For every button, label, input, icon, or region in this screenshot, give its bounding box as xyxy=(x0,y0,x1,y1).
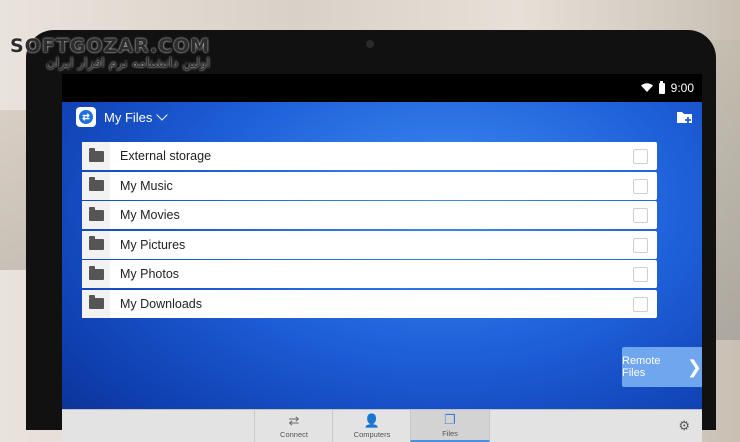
clock: 9:00 xyxy=(670,81,694,95)
tablet-screen: 9:00 ⇄ My Files External storage My Musi xyxy=(62,74,702,442)
battery-icon xyxy=(658,80,665,94)
select-checkbox[interactable] xyxy=(633,178,648,194)
list-item-label: My Downloads xyxy=(120,296,202,311)
list-item-my-music[interactable]: My Music xyxy=(82,171,657,200)
camera xyxy=(366,40,374,48)
folder-icon xyxy=(88,236,104,251)
new-folder-icon[interactable] xyxy=(676,108,694,126)
watermark-subtitle: اولین دانشنامه نرم افزار ایران xyxy=(46,56,210,71)
tab-computers[interactable]: 👤 Computers xyxy=(332,410,411,442)
chevron-down-icon[interactable] xyxy=(156,109,169,121)
list-item-label: External storage xyxy=(120,149,212,163)
tab-files[interactable]: ❐ Files xyxy=(410,410,490,442)
list-item-my-photos[interactable]: My Photos xyxy=(82,260,657,289)
teamviewer-logo-icon: ⇄ xyxy=(76,107,96,127)
list-item-external-storage[interactable]: External storage xyxy=(82,142,657,170)
tablet-frame: 9:00 ⇄ My Files External storage My Musi xyxy=(26,30,716,442)
remote-files-label: Remote Files xyxy=(622,355,661,379)
list-item-label: My Movies xyxy=(120,208,180,223)
bottom-navigation: ⇄ Connect 👤 Computers ❐ Files ⚙ xyxy=(62,409,702,442)
tab-label: Computers xyxy=(353,429,391,439)
file-list: External storage My Music My Movies My P… xyxy=(82,142,657,320)
list-item-label: My Music xyxy=(120,178,173,193)
list-item-my-movies[interactable]: My Movies xyxy=(82,201,657,230)
status-icons: 9:00 xyxy=(640,74,694,102)
folder-icon xyxy=(88,177,104,192)
folder-icon xyxy=(88,206,104,221)
watermark-title: SOFTGOZAR.COM xyxy=(10,35,211,57)
folder-icon xyxy=(88,295,104,310)
folder-icon xyxy=(88,147,104,162)
list-item-label: My Photos xyxy=(120,267,180,282)
status-bar: 9:00 xyxy=(62,74,702,102)
app-bar: ⇄ My Files xyxy=(62,102,702,132)
select-checkbox[interactable] xyxy=(633,237,648,253)
select-checkbox[interactable] xyxy=(633,267,648,283)
list-item-label: My Pictures xyxy=(120,237,186,252)
remote-files-button[interactable]: Remote Files ❯ xyxy=(622,347,702,387)
wifi-icon xyxy=(640,83,653,92)
tab-label: Connect xyxy=(280,429,308,439)
select-checkbox[interactable] xyxy=(633,296,648,312)
select-checkbox[interactable] xyxy=(633,208,648,224)
list-item-my-pictures[interactable]: My Pictures xyxy=(82,230,657,259)
tab-connect[interactable]: ⇄ Connect xyxy=(254,410,333,442)
select-checkbox[interactable] xyxy=(633,149,648,164)
chevron-right-icon: ❯ xyxy=(686,357,702,377)
gear-icon[interactable]: ⚙ xyxy=(678,418,690,434)
location-dropdown[interactable]: My Files xyxy=(104,110,152,125)
folder-icon xyxy=(88,265,104,280)
files-icon: ❐ xyxy=(444,411,456,427)
watermark: SOFTGOZAR.COM اولین دانشنامه نرم افزار ا… xyxy=(10,36,210,72)
list-item-my-downloads[interactable]: My Downloads xyxy=(82,289,657,318)
tab-label: Files xyxy=(442,428,458,438)
